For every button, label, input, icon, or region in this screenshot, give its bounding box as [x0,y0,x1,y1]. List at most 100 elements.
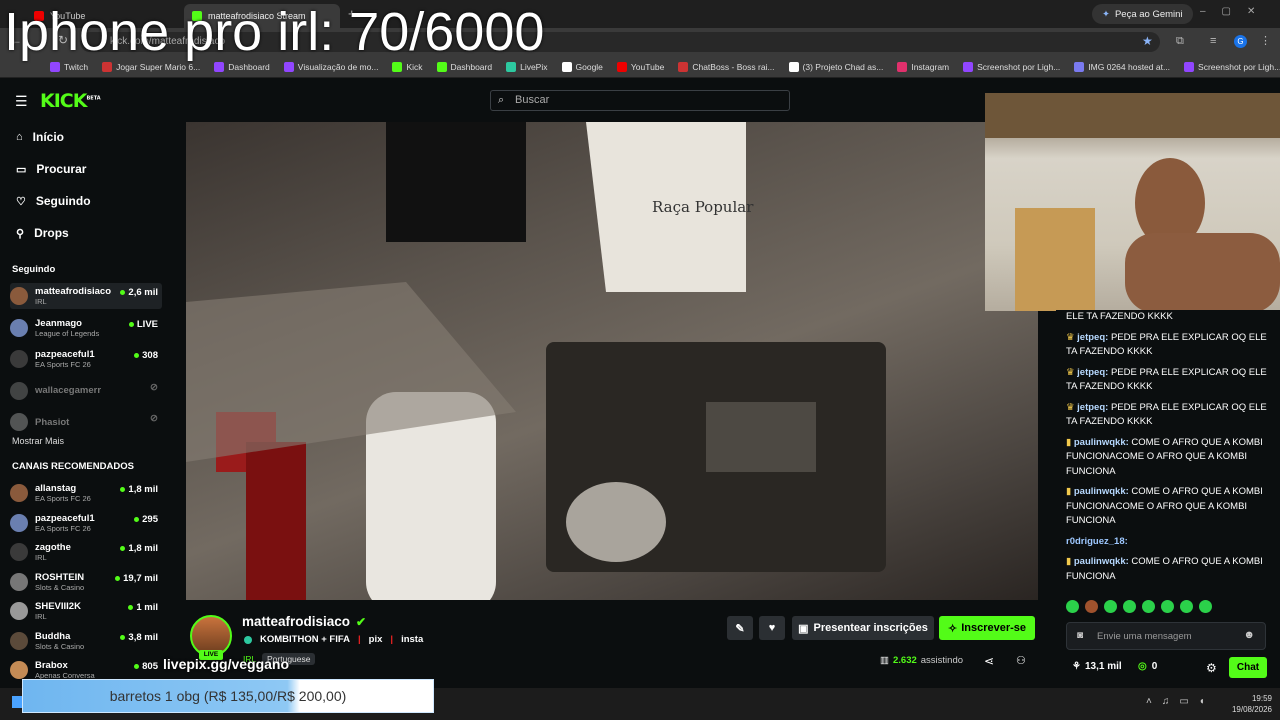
chat-gear-icon[interactable]: ⚙ [1206,661,1217,675]
kick-logo[interactable]: KICKBETA [40,90,101,112]
profile-avatar[interactable]: G [1234,35,1247,48]
emote-icon[interactable] [1199,600,1212,613]
webcam-overlay [985,93,1280,311]
gemini-button[interactable]: ✦ Peça ao Gemini [1092,4,1193,24]
window-controls[interactable]: –▢✕ [1200,6,1271,17]
channel-category: EA Sports FC 26 [35,360,91,369]
emote-icon[interactable] [1104,600,1117,613]
sidebar-channel-item[interactable]: wallacegamerr ⊘ [10,378,162,404]
kicks-balance[interactable]: ◎ 0 [1138,661,1157,672]
bookmark-item[interactable]: Dashboard [436,61,492,72]
sidebar-nav-item[interactable]: ⚲ Drops [16,226,69,240]
emote-icon[interactable] [1085,600,1098,613]
emote-icon[interactable] [1123,600,1136,613]
emoji-icon[interactable]: ☻ [1243,629,1255,641]
sidebar-channel-item[interactable]: ROSHTEIN Slots & Casino 19,7 mil [10,569,162,595]
bookmark-item[interactable]: Screenshot por Ligh... [1184,61,1280,72]
share-icon[interactable]: ⋖ [984,654,994,668]
nav-label: Início [32,130,64,144]
channel-category: IRL [35,297,47,306]
emote-icon[interactable] [1161,600,1174,613]
bookmark-item[interactable]: Jogar Super Mario 6... [102,61,201,72]
chat-username[interactable]: paulinwqkk: [1074,437,1129,448]
system-tray-icons[interactable]: ˄♫▭◖ [1146,696,1215,707]
bookmark-item[interactable]: Instagram [897,61,949,72]
sidebar-channel-item[interactable]: pazpeaceful1 EA Sports FC 26 308 [10,346,162,372]
chat-username[interactable]: jetpeq: [1077,402,1108,413]
show-more-link[interactable]: Mostrar Mais [12,436,64,446]
channel-points[interactable]: ⚘ 13,1 mil [1072,661,1122,672]
bookmark-star-icon[interactable]: ★ [1142,34,1153,48]
emote-icon[interactable] [1066,600,1079,613]
clock-date: 19/08/2026 [1231,705,1272,714]
sidebar-nav-item[interactable]: ▭ Procurar [16,162,86,176]
chat-username[interactable]: paulinwqkk: [1074,556,1129,567]
home-icon: ⌂ [16,131,23,143]
emote-icon[interactable] [1180,600,1193,613]
hamburger-menu-icon[interactable]: ☰ [15,93,28,110]
chat-username[interactable]: r0driguez_18: [1066,536,1128,547]
bookmark-item[interactable]: Dashboard [214,61,270,72]
livepix-overlay: livepix.gg/veggano [163,656,290,672]
live-dot-icon [128,605,134,610]
sidebar-nav-item[interactable]: ♡ Seguindo [16,194,91,208]
viewer-count: 2,6 mil [128,287,158,298]
bookmark-favicon-icon [506,61,517,72]
sidebar-channel-item[interactable]: SHEVIII2K IRL 1 mil [10,598,162,624]
channel-avatar [10,413,28,431]
channel-avatar [10,631,28,650]
chat-username[interactable]: jetpeq: [1077,332,1108,343]
bookmark-item[interactable]: Kick [392,61,423,72]
clock[interactable]: 19:59 19/08/2026 [1222,693,1272,715]
bookmark-item[interactable]: IMG 0264 hosted at... [1074,61,1170,72]
follow-button[interactable]: ♥ [759,616,785,640]
nav-label: Seguindo [35,194,91,208]
bookmark-label: Twitch [64,61,89,72]
live-dot-icon [120,634,126,640]
chat-input[interactable]: ◙ Envie uma mensagem ☻ [1066,622,1266,650]
bookmark-item[interactable]: YouTube [616,61,665,72]
bookmark-item[interactable]: Screenshot por Ligh... [963,61,1060,72]
viewer-count: 1,8 mil [128,484,158,495]
gift-subs-button[interactable]: ▣ Presentear inscrições [792,616,934,640]
bookmark-label: Jogar Super Mario 6... [116,61,201,72]
menu-icon[interactable]: ⋮ [1260,34,1271,47]
following-header: Seguindo [12,264,56,275]
media-icon[interactable]: ≡ [1210,35,1216,47]
sidebar-channel-item[interactable]: Brabox Apenas Conversa 805 [10,657,162,683]
subscribe-button[interactable]: ✧ Inscrever-se [939,616,1035,640]
bookmark-item[interactable]: Visualização de mo... [283,61,378,72]
bookmark-item[interactable]: Google [561,61,603,72]
sidebar-channel-item[interactable]: matteafrodisiaco IRL 2,6 mil [10,283,162,309]
search-input[interactable]: ⌕ Buscar [490,90,790,111]
chat-username[interactable]: jetpeq: [1077,367,1108,378]
title-part-a: KOMBITHON + FIFA [260,634,350,645]
extensions-icon[interactable]: ⧉ [1176,35,1184,48]
channel-name: ROSHTEIN [35,571,85,583]
bookmark-item[interactable]: (3) Projeto Chad as... [788,61,883,72]
live-dot-icon [134,664,140,669]
report-button[interactable]: ✎ [727,616,753,640]
channel-name[interactable]: matteafrodisiaco [242,614,350,629]
sidebar-channel-item[interactable]: Buddha Slots & Casino 3,8 mil [10,628,162,654]
sidebar-channel-item[interactable]: pazpeaceful1 EA Sports FC 26 295 [10,510,162,536]
sidebar-nav-item[interactable]: ⌂ Início [16,130,64,144]
nav-label: Procurar [36,162,87,176]
emote-icon[interactable] [1142,600,1155,613]
chat-send-button[interactable]: Chat [1229,657,1267,678]
channel-category: League of Legends [35,328,100,338]
bookmark-item[interactable]: LivePix [506,61,548,72]
sidebar-channel-item[interactable]: Jeanmago League of Legends LIVE [10,315,162,341]
bookmark-item[interactable]: Twitch [50,61,89,72]
sidebar-channel-item[interactable]: allanstag EA Sports FC 26 1,8 mil [10,480,162,506]
bookmark-label: YouTube [630,61,665,72]
video-player[interactable]: Raça Popular [186,122,1038,600]
chat-username[interactable]: paulinwqkk: [1074,486,1129,497]
viewer-count: 308 [142,350,158,361]
search-placeholder: Buscar [515,94,550,106]
bookmark-item[interactable]: ChatBoss - Boss rai... [678,61,775,72]
sidebar-channel-item[interactable]: zagothe IRL 1,8 mil [10,539,162,565]
clip-icon[interactable]: ⚇ [1016,654,1026,667]
sidebar-channel-item[interactable]: Phasiot ⊘ [10,409,162,435]
bookmark-favicon-icon [561,61,572,72]
